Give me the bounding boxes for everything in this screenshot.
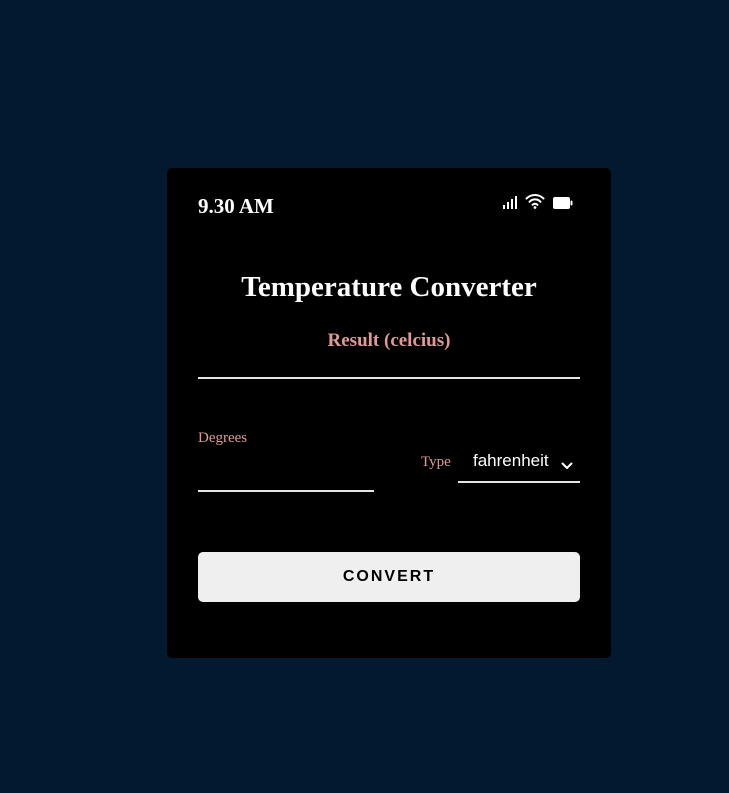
status-time: 9.30 AM	[198, 194, 274, 218]
result-label: Result (celcius)	[327, 330, 451, 351]
type-select-value: fahrenheit	[473, 451, 549, 470]
chevron-down-icon	[561, 457, 573, 475]
status-icons	[503, 193, 573, 214]
signal-icon	[503, 195, 517, 214]
converter-card: 9.30 AM Temperature Converter Result (ce…	[167, 168, 611, 658]
degrees-label: Degrees	[198, 430, 248, 446]
page-title: Temperature Converter	[241, 271, 537, 303]
result-display	[198, 377, 580, 379]
convert-button[interactable]: CONVERT	[198, 552, 580, 602]
type-label: Type	[421, 454, 451, 470]
battery-icon	[553, 196, 573, 214]
type-select[interactable]: fahrenheit	[458, 448, 580, 483]
wifi-icon	[525, 193, 545, 214]
degrees-input[interactable]	[198, 458, 374, 492]
